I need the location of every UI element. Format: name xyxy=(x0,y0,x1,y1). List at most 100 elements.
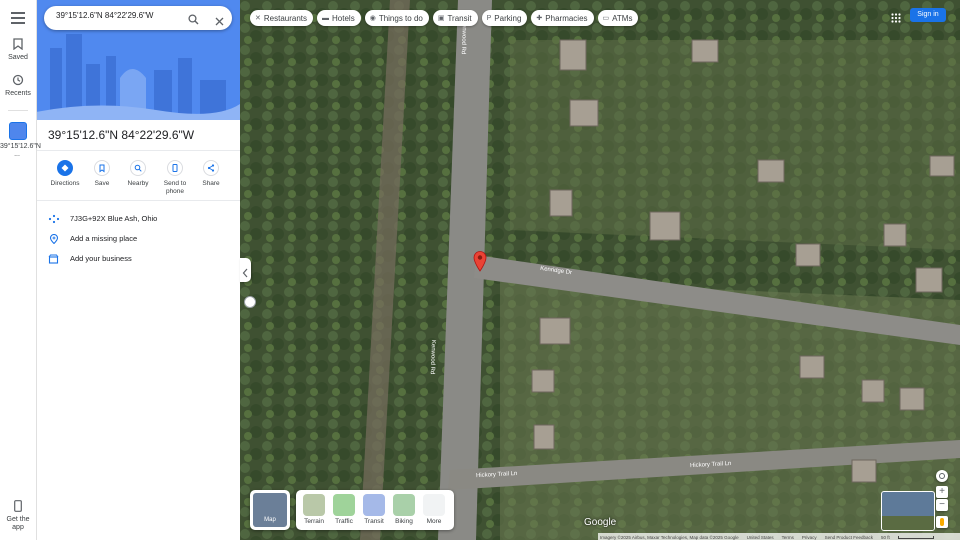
apps-grid-icon[interactable] xyxy=(891,10,901,23)
bookmark-icon xyxy=(94,160,110,176)
directions-icon xyxy=(57,160,73,176)
recent-place-thumbnail xyxy=(9,122,27,140)
feedback-link[interactable]: Send Product Feedback xyxy=(825,535,873,540)
recents-label: Recents xyxy=(5,90,31,97)
biking-thumbnail xyxy=(393,494,415,516)
get-app-label: Get the app xyxy=(6,516,30,531)
google-logo: Google xyxy=(584,517,617,528)
recents-button[interactable]: Recents xyxy=(0,74,36,97)
map-canvas[interactable]: Kenwood Rd Kenwood Rd Kenridge Dr Hickor… xyxy=(240,0,960,540)
search-input[interactable] xyxy=(56,11,176,20)
add-business-text: Add your business xyxy=(70,254,132,263)
share-label: Share xyxy=(202,180,220,187)
directions-button[interactable]: Directions xyxy=(48,160,82,187)
chip-pharmacies[interactable]: ✚ Pharmacies xyxy=(531,10,594,26)
add-location-icon xyxy=(48,233,60,245)
chip-restaurants[interactable]: ✕ Restaurants xyxy=(250,10,314,26)
chip-transit[interactable]: ▣ Transit xyxy=(432,10,478,26)
history-icon xyxy=(11,74,25,88)
recent-place-label: 39°15'12.6"N ... xyxy=(0,143,41,158)
bookmark-icon xyxy=(11,38,25,52)
share-button[interactable]: Share xyxy=(194,160,228,187)
pharmacy-icon: ✚ xyxy=(536,15,543,22)
layer-label: Traffic xyxy=(335,518,353,525)
add-missing-place-row[interactable]: Add a missing place xyxy=(48,233,138,245)
pegman-icon[interactable] xyxy=(936,516,948,528)
chip-label: Pharmacies xyxy=(545,13,588,23)
chip-hotels[interactable]: ▬ Hotels xyxy=(317,10,361,26)
country-link[interactable]: United States xyxy=(747,535,774,540)
add-business-row[interactable]: Add your business xyxy=(48,254,132,264)
layer-more[interactable]: More xyxy=(421,494,447,525)
privacy-link[interactable]: Privacy xyxy=(802,535,817,540)
zoom-out-button[interactable]: − xyxy=(936,499,948,511)
layer-traffic[interactable]: Traffic xyxy=(331,494,357,525)
zoom-in-button[interactable]: + xyxy=(936,486,948,498)
close-icon[interactable] xyxy=(215,13,224,31)
chip-things-to-do[interactable]: ◉ Things to do xyxy=(364,10,429,26)
street-view-marker-icon[interactable] xyxy=(244,296,256,308)
send-to-phone-icon xyxy=(167,160,183,176)
share-icon xyxy=(203,160,219,176)
chip-label: Things to do xyxy=(378,13,423,23)
saved-label: Saved xyxy=(8,54,28,61)
traffic-thumbnail xyxy=(333,494,355,516)
layer-label: More xyxy=(426,518,442,525)
chip-atms[interactable]: ▭ ATMs xyxy=(597,10,639,26)
layers-toggle-button[interactable]: Map xyxy=(250,490,290,530)
parking-icon: P xyxy=(486,14,492,22)
chip-label: ATMs xyxy=(612,13,633,23)
layer-label: Biking xyxy=(395,518,413,525)
layers-panel: Terrain Traffic Transit Biking More xyxy=(296,490,454,530)
layer-transit[interactable]: Transit xyxy=(361,494,387,525)
saved-button[interactable]: Saved xyxy=(0,38,36,61)
scale-bar xyxy=(897,535,934,539)
nearby-label: Nearby xyxy=(127,180,149,187)
bed-icon: ▬ xyxy=(322,14,330,22)
layer-label: Terrain xyxy=(304,518,324,525)
save-button[interactable]: Save xyxy=(85,160,119,187)
chip-label: Parking xyxy=(494,13,522,23)
terms-link[interactable]: Terms xyxy=(782,535,794,540)
plus-code-row[interactable]: 7J3G+92X Blue Ash, Ohio xyxy=(48,214,157,224)
layers-toggle-label: Map xyxy=(264,517,276,523)
layer-label: Transit xyxy=(364,518,384,525)
recent-place-item[interactable]: 39°15'12.6"N ... xyxy=(0,122,41,159)
scale-label[interactable]: 50 ft xyxy=(881,535,890,540)
fork-knife-icon: ✕ xyxy=(255,15,261,22)
place-title: 39°15'12.6"N 84°22'29.6"W xyxy=(48,128,195,142)
send-to-phone-label: Send to phone xyxy=(163,180,187,195)
get-app-button[interactable]: Get the app xyxy=(0,500,36,532)
street-view-preview[interactable] xyxy=(881,491,935,531)
add-missing-place-text: Add a missing place xyxy=(70,234,138,243)
send-to-phone-button[interactable]: Send to phone xyxy=(158,160,192,196)
camera-icon: ◉ xyxy=(369,15,376,22)
chip-label: Hotels xyxy=(332,13,355,23)
left-rail: Saved Recents 39°15'12.6"N ... Get the a… xyxy=(0,0,41,540)
collapse-panel-button[interactable] xyxy=(240,258,251,282)
nearby-search-icon xyxy=(130,160,146,176)
sign-in-button[interactable]: Sign in xyxy=(910,8,946,22)
my-location-button[interactable] xyxy=(936,470,948,482)
chevron-left-icon xyxy=(242,265,248,283)
atm-icon: ▭ xyxy=(602,15,610,22)
plus-code-icon xyxy=(48,214,60,224)
chip-parking[interactable]: P Parking xyxy=(481,10,528,26)
street-label: Kenwood Rd xyxy=(428,339,436,375)
menu-button[interactable] xyxy=(11,12,25,24)
rail-divider xyxy=(8,110,28,111)
layer-biking[interactable]: Biking xyxy=(391,494,417,525)
search-icon[interactable] xyxy=(188,12,199,30)
title-divider xyxy=(36,150,240,151)
phone-icon xyxy=(11,500,25,514)
chip-label: Transit xyxy=(447,13,472,23)
location-pin-icon[interactable] xyxy=(473,250,487,277)
actions-divider xyxy=(36,200,240,201)
transit-thumbnail xyxy=(363,494,385,516)
add-business-icon xyxy=(48,254,60,264)
place-panel: 39°15'12.6"N 84°22'29.6"W Directions Sav… xyxy=(36,0,240,540)
save-label: Save xyxy=(94,180,110,187)
layers-stack-icon xyxy=(423,494,445,516)
layer-terrain[interactable]: Terrain xyxy=(301,494,327,525)
nearby-button[interactable]: Nearby xyxy=(121,160,155,187)
